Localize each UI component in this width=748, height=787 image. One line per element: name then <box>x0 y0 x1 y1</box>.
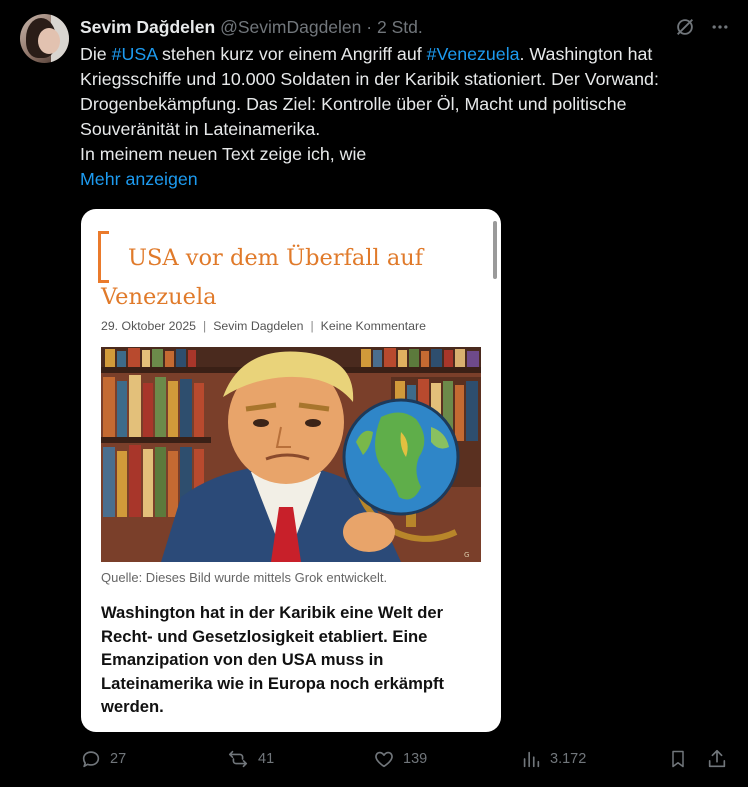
separator-dot: · <box>366 17 373 37</box>
post-header: Sevim Dağdelen @SevimDagdelen · 2 Std. <box>80 16 423 38</box>
hashtag-usa[interactable]: #USA <box>112 44 157 64</box>
views-count: 3.172 <box>550 751 587 767</box>
share-icon <box>708 749 726 768</box>
reply-icon <box>82 751 100 768</box>
illustration-image: G <box>101 347 481 562</box>
bookmark-icon <box>672 750 684 768</box>
like-button[interactable]: 139 <box>373 748 427 770</box>
card-title: USA vor dem Überfall auf Venezuela <box>101 245 424 310</box>
card-author: Sevim Dagdelen <box>213 319 304 333</box>
meta-separator: | <box>310 319 314 333</box>
svg-text:G: G <box>464 551 469 559</box>
avatar[interactable] <box>20 14 69 63</box>
repost-count: 41 <box>258 751 275 767</box>
card-meta: 29. Oktober 2025 | Sevim Dagdelen | Keine Ko… <box>101 319 426 333</box>
meta-separator: | <box>203 319 207 333</box>
hashtag-venezuela[interactable]: #Venezuela <box>427 44 520 64</box>
share-button[interactable] <box>706 748 728 770</box>
author-handle[interactable]: @SevimDagdelen <box>220 17 361 37</box>
repost-icon <box>228 750 248 768</box>
post-time[interactable]: 2 Std. <box>377 17 423 37</box>
post-text: Die #USA stehen kurz vor einem Angriff a… <box>80 42 728 167</box>
views-button[interactable]: 3.172 <box>520 748 586 770</box>
more-icon[interactable] <box>710 17 730 37</box>
card-date: 29. Oktober 2025 <box>101 319 197 333</box>
heart-icon <box>375 751 393 768</box>
like-count: 139 <box>403 751 428 767</box>
show-more-link[interactable]: Mehr anzeigen <box>80 167 198 192</box>
bookmark-button[interactable] <box>668 748 688 770</box>
card-scrollbar <box>493 221 497 279</box>
views-icon <box>523 751 540 768</box>
reply-count: 27 <box>110 751 127 767</box>
reply-button[interactable]: 27 <box>80 748 126 770</box>
post-text-part: stehen kurz vor einem Angriff auf <box>157 44 427 64</box>
post-text-part: Die <box>80 44 112 64</box>
grok-icon[interactable] <box>674 16 696 38</box>
avatar-face <box>38 28 60 54</box>
repost-button[interactable]: 41 <box>226 748 274 770</box>
hand <box>343 512 395 552</box>
card-lead-text: Washington hat in der Karibik eine Welt … <box>101 603 445 717</box>
action-bar: 27 41 139 3.172 <box>80 748 730 772</box>
media-card[interactable]: USA vor dem Überfall auf Venezuela 29. O… <box>81 209 501 732</box>
header-actions <box>674 16 730 38</box>
author-name[interactable]: Sevim Dağdelen <box>80 17 215 37</box>
card-comments: Keine Kommentare <box>320 319 426 333</box>
image-caption: Quelle: Dieses Bild wurde mittels Grok e… <box>101 570 388 585</box>
post-text-part: In meinem neuen Text zeige ich, wie <box>80 144 367 164</box>
